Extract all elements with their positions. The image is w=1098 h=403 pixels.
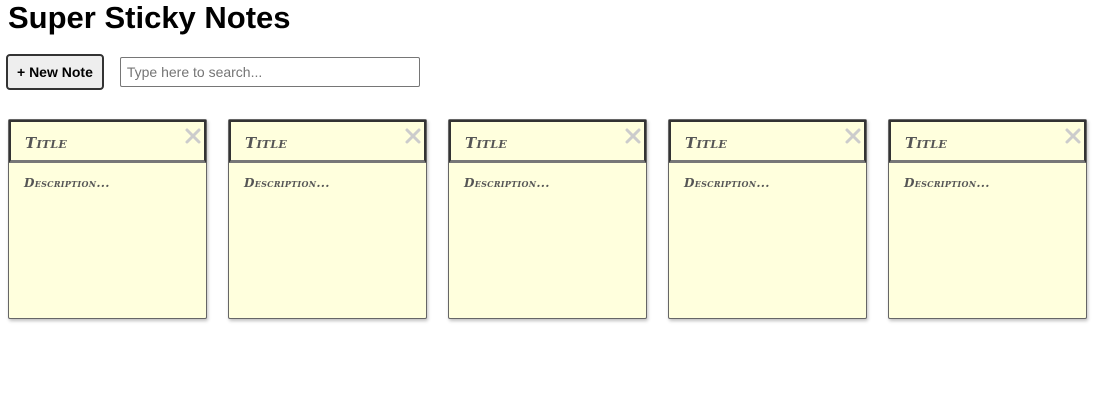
note-title[interactable]: Title	[889, 120, 1086, 163]
note-description[interactable]: Description...	[229, 163, 426, 190]
page-title: Super Sticky Notes	[8, 0, 291, 35]
note-description[interactable]: Description...	[9, 163, 206, 190]
close-icon[interactable]	[624, 127, 642, 145]
note-card: Title Description...	[448, 119, 647, 319]
new-note-button[interactable]: + New Note	[6, 54, 104, 90]
close-icon[interactable]	[184, 127, 202, 145]
note-title[interactable]: Title	[669, 120, 866, 163]
note-card: Title Description...	[8, 119, 207, 319]
app: Super Sticky Notes + New Note Title Desc…	[0, 0, 1098, 403]
note-card: Title Description...	[668, 119, 867, 319]
note-title[interactable]: Title	[449, 120, 646, 163]
note-description[interactable]: Description...	[889, 163, 1086, 190]
close-icon[interactable]	[404, 127, 422, 145]
note-title[interactable]: Title	[229, 120, 426, 163]
search-input[interactable]	[119, 57, 420, 87]
close-icon[interactable]	[844, 127, 862, 145]
toolbar: + New Note	[6, 54, 420, 90]
note-description[interactable]: Description...	[449, 163, 646, 190]
note-card: Title Description...	[888, 119, 1087, 319]
note-title[interactable]: Title	[9, 120, 206, 163]
note-description[interactable]: Description...	[669, 163, 866, 190]
notes-list: Title Description... Title Description..…	[8, 119, 1087, 319]
note-card: Title Description...	[228, 119, 427, 319]
close-icon[interactable]	[1064, 127, 1082, 145]
